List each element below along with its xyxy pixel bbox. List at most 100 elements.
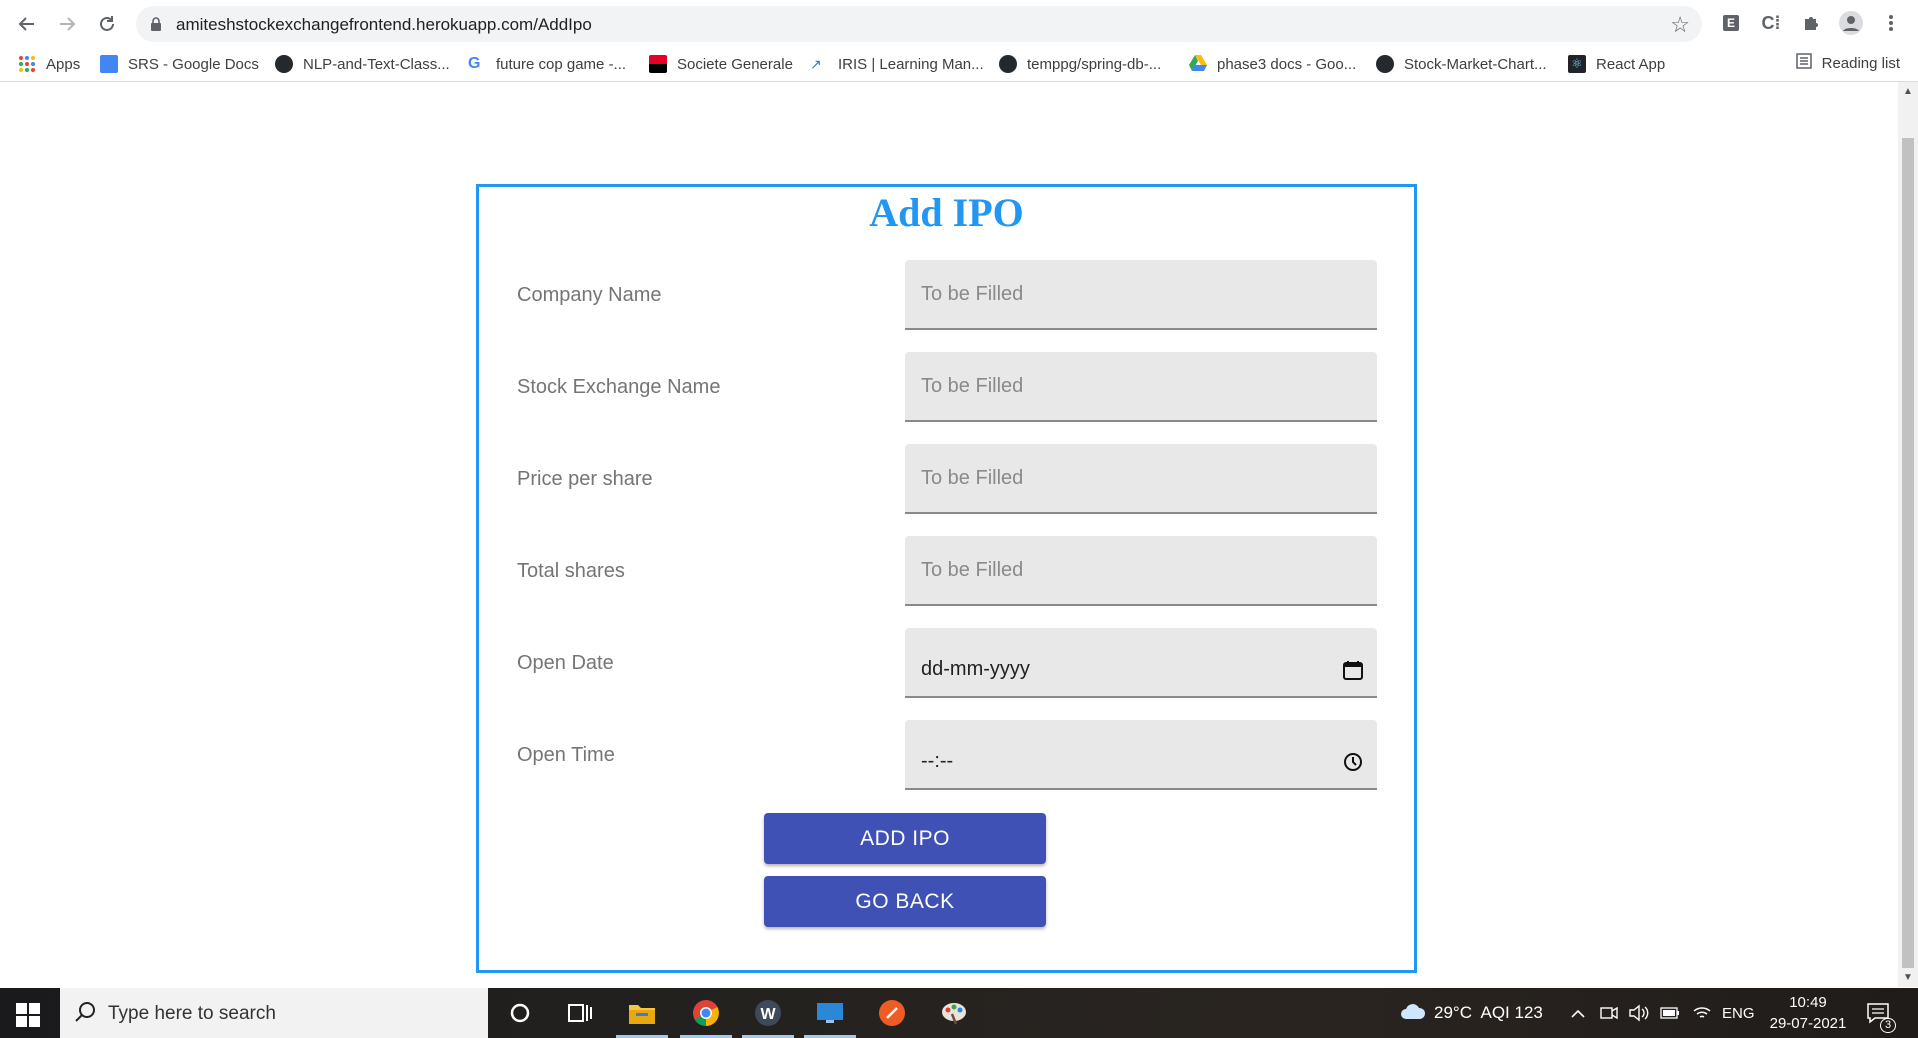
word-app-icon[interactable]: W [748,996,788,1030]
extension-e-icon[interactable]: E [1718,10,1744,36]
language-text: ENG [1722,1004,1755,1022]
taskbar-clock[interactable]: 10:49 29-07-2021 [1768,992,1848,1034]
bookmark-label: Stock-Market-Chart... [1404,55,1547,73]
page-content: Add IPO Company Name Stock Exchange Name… [0,82,1898,987]
postman-icon[interactable] [872,996,912,1030]
reload-icon[interactable] [92,9,122,39]
stock-exchange-input[interactable] [905,352,1377,420]
bookmark-iris-learning[interactable]: ↗ IRIS | Learning Man... [810,53,984,75]
bookmark-label: SRS - Google Docs [128,55,259,73]
open-date-row: Open Date dd-mm-yyyy [517,628,1382,698]
windows-taskbar: Type here to search W 29°C AQI 123 ENG 1… [0,988,1918,1038]
scroll-thumb[interactable] [1902,138,1914,968]
bookmark-label: temppg/spring-db-... [1027,55,1162,73]
go-back-button[interactable]: GO BACK [764,876,1046,927]
google-icon: G [468,55,481,72]
search-icon [74,1001,96,1028]
bookmark-phase3-docs[interactable]: phase3 docs - Goo... [1189,53,1356,75]
google-docs-icon [100,55,118,73]
price-per-share-row: Price per share [517,444,1382,514]
wifi-icon[interactable] [1692,988,1712,1038]
meet-now-icon[interactable] [1600,988,1618,1038]
company-name-field[interactable] [905,260,1377,330]
page-scrollbar[interactable]: ▲ ▼ [1898,82,1918,987]
taskbar-search[interactable]: Type here to search [60,988,488,1038]
lock-icon [150,17,162,36]
open-time-row: Open Time --:-- [517,720,1382,790]
task-view-icon[interactable] [560,996,600,1030]
weather-widget[interactable]: 29°C AQI 123 [1400,988,1543,1038]
bookmark-label: Apps [46,55,81,73]
open-date-value: dd-mm-yyyy [921,658,1030,680]
github-icon [999,55,1017,73]
company-name-row: Company Name [517,260,1382,330]
reading-list-label: Reading list [1821,54,1900,72]
total-shares-input[interactable] [905,536,1377,604]
address-bar[interactable]: amiteshstockexchangefrontend.herokuapp.c… [136,6,1702,42]
extensions-puzzle-icon[interactable] [1798,10,1824,36]
bookmark-future-cop-game[interactable]: G future cop game -... [468,53,626,75]
open-date-field[interactable]: dd-mm-yyyy [905,628,1377,698]
bookmark-srs-google-docs[interactable]: SRS - Google Docs [100,53,259,75]
add-ipo-button[interactable]: ADD IPO [764,813,1046,864]
clock-icon[interactable] [1343,752,1363,777]
language-indicator[interactable]: ENG [1722,988,1755,1038]
total-shares-label: Total shares [517,559,625,582]
battery-icon[interactable] [1660,988,1680,1038]
bookmark-star-icon[interactable]: ☆ [1670,12,1690,38]
extension-c-icon[interactable]: C⁞ [1758,10,1784,36]
google-drive-icon [1189,55,1207,73]
bookmark-react-app[interactable]: ⚛ React App [1568,53,1665,75]
open-date-label: Open Date [517,651,614,674]
bookmark-label: Societe Generale [677,55,793,73]
clock-time: 10:49 [1789,994,1827,1011]
bookmark-apps[interactable]: Apps [18,53,80,75]
bookmark-societe-generale[interactable]: Societe Generale [649,53,793,75]
cortana-icon[interactable] [500,996,540,1030]
stock-exchange-field[interactable] [905,352,1377,422]
windows-start-icon[interactable] [16,1003,40,1032]
clock-date: 29-07-2021 [1769,1015,1847,1032]
back-arrow-icon[interactable] [12,9,42,39]
file-explorer-icon[interactable] [622,996,662,1030]
price-per-share-input[interactable] [905,444,1377,512]
price-per-share-field[interactable] [905,444,1377,514]
bookmarks-bar: Apps SRS - Google Docs NLP-and-Text-Clas… [0,47,1918,82]
form-title: Add IPO [869,190,1024,235]
bookmark-nlp-text-class[interactable]: NLP-and-Text-Class... [275,53,450,75]
cloud-weather-icon [1400,1002,1426,1025]
total-shares-field[interactable] [905,536,1377,606]
bookmark-stock-market-chart[interactable]: Stock-Market-Chart... [1376,53,1547,75]
bookmark-temppg-spring-db[interactable]: temppg/spring-db-... [999,53,1161,75]
total-shares-row: Total shares [517,536,1382,606]
paint-app-icon[interactable] [934,996,974,1030]
add-ipo-form: Add IPO Company Name Stock Exchange Name… [476,184,1417,973]
notification-count-badge: 3 [1880,1018,1897,1033]
browser-toolbar: amiteshstockexchangefrontend.herokuapp.c… [0,0,1918,47]
bookmark-label: NLP-and-Text-Class... [303,55,450,73]
stock-exchange-label: Stock Exchange Name [517,375,721,398]
calendar-icon[interactable] [1343,660,1363,685]
remote-desktop-icon[interactable] [810,996,850,1030]
profile-avatar-icon[interactable] [1838,10,1864,36]
show-hidden-icons-chevron-icon[interactable] [1570,988,1586,1038]
bookmark-label: React App [1596,55,1666,73]
chrome-menu-icon[interactable] [1878,10,1904,36]
search-placeholder: Type here to search [108,1003,276,1024]
chrome-icon[interactable] [686,996,726,1030]
bookmark-label: phase3 docs - Goo... [1217,55,1357,73]
scroll-down-arrow-icon[interactable]: ▼ [1903,972,1913,983]
company-name-input[interactable] [905,260,1377,328]
price-per-share-label: Price per share [517,467,653,490]
open-time-field[interactable]: --:-- [905,720,1377,790]
reading-list[interactable]: Reading list [1795,53,1900,73]
extension-c-label: C⁞ [1761,12,1781,33]
volume-icon[interactable] [1628,988,1650,1038]
iris-icon: ↗ [810,56,822,72]
scroll-up-arrow-icon[interactable]: ▲ [1903,86,1913,97]
github-icon [275,55,293,73]
forward-arrow-icon[interactable] [52,9,82,39]
weather-text: 29°C AQI 123 [1434,1003,1543,1022]
notification-center-icon[interactable]: 3 [1866,988,1897,1038]
svg-text:W: W [760,1006,776,1023]
